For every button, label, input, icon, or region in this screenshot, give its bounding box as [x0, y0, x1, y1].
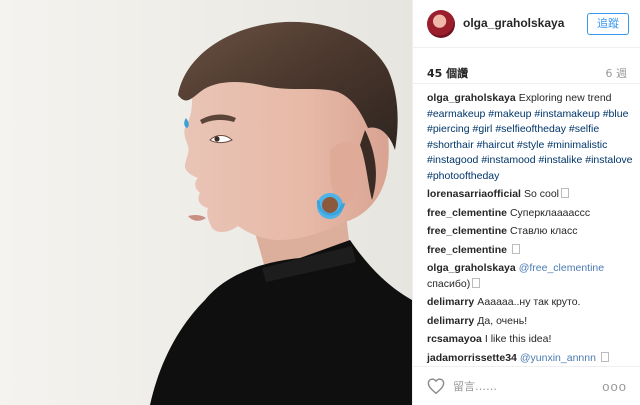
comments-list: olga_graholskaya Exploring new trend #ear… — [427, 91, 633, 369]
comment: free_clementine Ставлю класс — [427, 224, 633, 240]
comment-username[interactable]: free_clementine — [427, 207, 507, 219]
hashtag[interactable]: #blue — [603, 108, 629, 120]
comment: delimarry Да, очень! — [427, 314, 633, 330]
emoji-glyph-icon — [600, 351, 609, 362]
comment-text: Суперклааааccс — [509, 206, 591, 219]
comment-username[interactable]: delimarry — [427, 315, 474, 327]
hashtag[interactable]: #minimalistic — [547, 139, 607, 151]
comment-text: Ставлю класс — [509, 225, 578, 237]
caption-text: Exploring new trend — [518, 92, 612, 104]
comment-username[interactable]: olga_graholskaya — [427, 262, 516, 274]
blue-dot-makeup — [184, 118, 189, 128]
comment-text: Да, очень! — [477, 314, 528, 327]
comment-text: Аааааа..ну так круто. — [477, 296, 581, 308]
comment: free_clementine Суперклааааccс — [427, 206, 633, 222]
comment-text: So cool — [523, 188, 559, 200]
comment-mention[interactable]: @free_clementine — [519, 262, 604, 274]
hashtag[interactable]: #makeup — [488, 108, 531, 120]
hashtag[interactable]: #instalike — [539, 154, 583, 166]
post-footer: ooo — [413, 366, 640, 405]
emoji-glyph-icon — [472, 277, 481, 288]
comment-username[interactable]: jadamorrissette34 — [427, 352, 517, 364]
heart-icon[interactable] — [427, 378, 445, 394]
post-header: olga_graholskaya 追蹤 — [413, 0, 640, 48]
hashtag[interactable]: #haircut — [477, 139, 514, 151]
likes-count[interactable]: 45 個讚 — [427, 65, 468, 81]
hashtag[interactable]: #style — [517, 139, 544, 151]
hashtag[interactable]: #piercing — [427, 123, 470, 135]
hashtag[interactable]: #photooftheday — [427, 170, 499, 182]
comment: rcsamayoa I like this idea! — [427, 332, 633, 348]
comment-username[interactable]: rcsamayoa — [427, 333, 482, 345]
hashtag[interactable]: #instagood — [427, 154, 478, 166]
post-username[interactable]: olga_graholskaya — [463, 16, 564, 30]
comment-input[interactable] — [453, 377, 593, 395]
comment-username[interactable]: free_clementine — [427, 244, 507, 256]
caption-username[interactable]: olga_graholskaya — [427, 92, 516, 104]
comment-mention[interactable]: @yunxin_annnn — [520, 352, 596, 364]
hashtag[interactable]: #selfieoftheday — [495, 123, 566, 135]
comment-text: I like this idea! — [484, 333, 552, 345]
emoji-glyph-icon — [561, 188, 569, 198]
comment: free_clementine — [427, 243, 633, 259]
comment-username[interactable]: lorenasarriaofficial — [427, 188, 521, 200]
caption-hashtags: #earmakeup #makeup #instamakeup #blue #p… — [427, 108, 633, 182]
comment: delimarry Аааааа..ну так круто. — [427, 295, 633, 311]
hashtag[interactable]: #instamood — [481, 154, 535, 166]
post-time[interactable]: 6 週 — [606, 65, 628, 81]
hashtag[interactable]: #shorthair — [427, 139, 474, 151]
comment: jadamorrissette34 @yunxin_annnn — [427, 351, 633, 367]
hashtag[interactable]: #girl — [473, 123, 493, 135]
avatar[interactable] — [427, 10, 455, 38]
comment: lorenasarriaofficial So cool — [427, 187, 633, 203]
comment-username[interactable]: delimarry — [427, 296, 474, 308]
hashtag[interactable]: #instalove — [585, 154, 632, 166]
comment-username[interactable]: free_clementine — [427, 225, 507, 237]
portrait-illustration — [150, 21, 412, 405]
emoji-glyph-icon — [511, 243, 520, 254]
post-photo — [0, 0, 412, 405]
hashtag[interactable]: #earmakeup — [427, 108, 485, 120]
hashtag[interactable]: #selfie — [569, 123, 599, 135]
hashtag[interactable]: #instamakeup — [534, 108, 599, 120]
comment-text: спасибо) — [427, 277, 471, 290]
more-options-icon[interactable]: ooo — [602, 379, 627, 394]
post-details-panel: olga_graholskaya 追蹤 45 個讚 6 週 olga_graho… — [412, 0, 640, 405]
caption: olga_graholskaya Exploring new trend #ear… — [427, 91, 633, 184]
follow-button[interactable]: 追蹤 — [587, 13, 629, 35]
post-meta: 45 個讚 6 週 — [413, 48, 640, 84]
comment: olga_graholskaya @free_clementine спасибо… — [427, 261, 633, 292]
comment-rows: lorenasarriaofficial So cool free_clementi… — [427, 187, 633, 366]
lips — [188, 214, 206, 221]
